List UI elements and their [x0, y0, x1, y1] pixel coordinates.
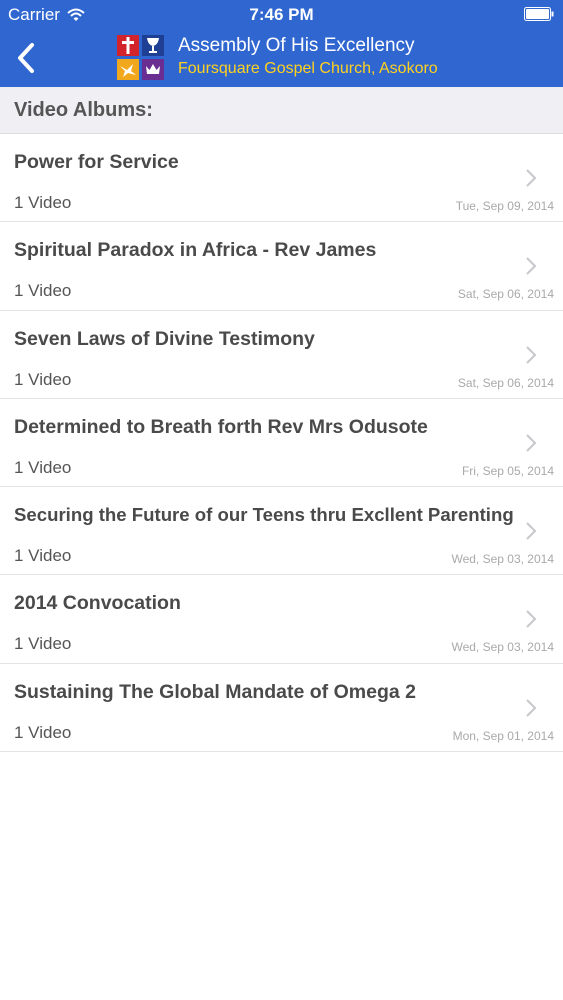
chevron-left-icon	[18, 43, 34, 73]
album-title: 2014 Convocation	[14, 592, 181, 615]
app-title: Assembly Of His Excellency	[178, 35, 415, 56]
album-row[interactable]: Seven Laws of Divine Testimony 1 Video S…	[0, 311, 563, 399]
album-row[interactable]: Securing the Future of our Teens thru Ex…	[0, 487, 563, 576]
chevron-right-icon	[526, 699, 537, 717]
status-time: 7:46 PM	[249, 5, 314, 24]
app-subtitle: Foursquare Gospel Church, Asokoro	[178, 60, 438, 77]
chevron-right-icon	[526, 345, 537, 364]
header-titles: Assembly Of His Excellency Foursquare Go…	[178, 35, 438, 81]
album-video-count: 1 Video	[14, 457, 72, 477]
album-video-count: 1 Video	[14, 281, 72, 301]
album-title: Seven Laws of Divine Testimony	[14, 327, 315, 350]
back-button[interactable]	[12, 40, 42, 76]
album-video-count: 1 Video	[14, 369, 72, 389]
album-row[interactable]: Power for Service 1 Video Tue, Sep 09, 2…	[0, 134, 563, 223]
chevron-right-icon	[526, 610, 537, 629]
album-date: Tue, Sep 09, 2014	[455, 199, 554, 213]
album-video-count: 1 Video	[14, 546, 72, 566]
album-date: Mon, Sep 01, 2014	[452, 728, 554, 743]
album-row[interactable]: Spiritual Paradox in Africa - Rev James …	[0, 222, 563, 311]
chevron-right-icon	[526, 169, 537, 187]
crown-icon	[142, 59, 164, 80]
chevron-right-icon	[526, 434, 537, 452]
dove-icon	[117, 59, 139, 80]
album-title: Determined to Breath forth Rev Mrs Oduso…	[14, 415, 428, 438]
chevron-right-icon	[526, 522, 537, 540]
album-row[interactable]: Sustaining The Global Mandate of Omega 2…	[0, 664, 563, 753]
album-date: Wed, Sep 03, 2014	[451, 552, 554, 567]
album-title: Power for Service	[14, 151, 179, 173]
album-video-count: 1 Video	[14, 722, 72, 742]
album-title: Securing the Future of our Teens thru Ex…	[14, 504, 514, 526]
album-date: Sat, Sep 06, 2014	[457, 375, 554, 390]
battery-icon	[524, 7, 554, 21]
status-bar: Carrier 7:46 PM	[0, 0, 563, 30]
album-row[interactable]: Determined to Breath forth Rev Mrs Oduso…	[0, 399, 563, 488]
section-title: Video Albums:	[14, 99, 153, 121]
album-date: Sat, Sep 06, 2014	[457, 287, 554, 302]
section-header: Video Albums:	[0, 87, 563, 134]
church-logo	[117, 35, 165, 81]
navigation-header: Carrier 7:46 PM Assembly Of His Excellen…	[0, 0, 563, 87]
album-date: Fri, Sep 05, 2014	[461, 463, 554, 478]
album-video-count: 1 Video	[14, 193, 72, 212]
album-title: Spiritual Paradox in Africa - Rev James	[14, 239, 377, 262]
album-date: Wed, Sep 03, 2014	[451, 640, 554, 655]
album-row[interactable]: 2014 Convocation 1 Video Wed, Sep 03, 20…	[0, 575, 563, 664]
chevron-right-icon	[526, 257, 537, 276]
album-list: Power for Service 1 Video Tue, Sep 09, 2…	[0, 134, 563, 753]
album-title: Sustaining The Global Mandate of Omega 2	[14, 680, 416, 703]
album-video-count: 1 Video	[14, 634, 72, 654]
cross-icon	[117, 35, 139, 56]
chalice-icon	[142, 35, 164, 56]
